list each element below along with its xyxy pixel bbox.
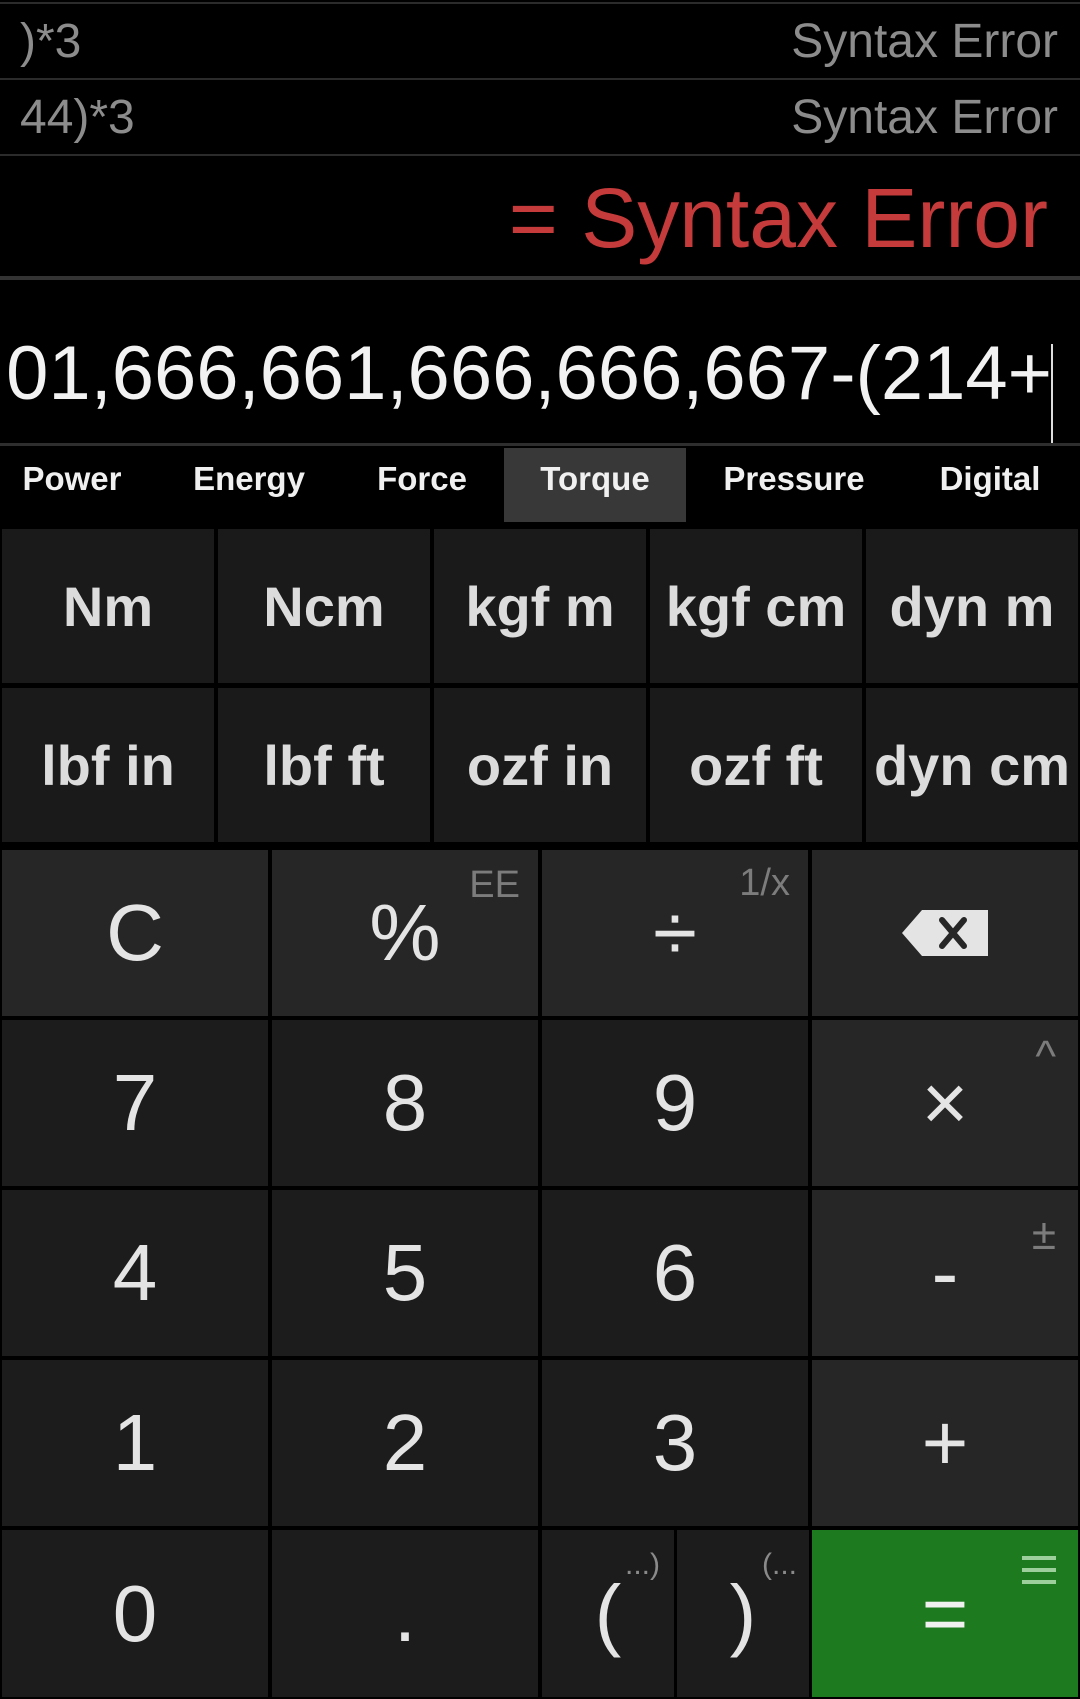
decimal-button[interactable]: .	[272, 1530, 538, 1697]
digit-7-button[interactable]: 7	[2, 1020, 268, 1186]
equals-button[interactable]: =	[812, 1530, 1078, 1697]
expression-input[interactable]: 0.01,666,661,666,666,667-(214+	[0, 280, 1080, 446]
divide-label: ÷	[653, 888, 697, 977]
decimal-label: .	[393, 1568, 417, 1658]
digit-7-label: 7	[112, 1058, 158, 1147]
digit-8-label: 8	[382, 1058, 428, 1147]
digit-5-button[interactable]: 5	[272, 1190, 538, 1356]
clear-button[interactable]: C	[2, 850, 268, 1016]
unit-key-dyn-cm[interactable]: dyn cm	[866, 688, 1078, 842]
unit-key-ncm[interactable]: Ncm	[218, 529, 430, 683]
unit-key-kgf-m[interactable]: kgf m	[434, 529, 646, 683]
digit-9-label: 9	[652, 1058, 698, 1147]
digit-8-button[interactable]: 8	[272, 1020, 538, 1186]
history-result: Syntax Error	[791, 91, 1058, 144]
plus-label: +	[921, 1398, 969, 1487]
multiply-label: ×	[921, 1058, 969, 1147]
reciprocal-label: 1/x	[739, 862, 790, 904]
digit-2-label: 2	[382, 1398, 428, 1487]
clear-label: C	[106, 888, 164, 977]
power-label: ^	[1035, 1032, 1056, 1081]
history-row[interactable]: )*3 Syntax Error	[0, 2, 1080, 76]
close-paren-button[interactable]: ) (...	[677, 1530, 809, 1697]
digit-0-button[interactable]: 0	[2, 1530, 268, 1697]
history-row[interactable]: 44)*3 Syntax Error	[0, 78, 1080, 152]
divide-button[interactable]: ÷ 1/x	[542, 850, 808, 1016]
multiply-button[interactable]: × ^	[812, 1020, 1078, 1186]
unit-key-lbf-in[interactable]: lbf in	[2, 688, 214, 842]
digit-9-button[interactable]: 9	[542, 1020, 808, 1186]
result-text: = Syntax Error	[508, 171, 1048, 265]
unit-key-ozf-in[interactable]: ozf in	[434, 688, 646, 842]
history-expression: 44)*3	[20, 91, 135, 144]
minus-button[interactable]: - ±	[812, 1190, 1078, 1356]
unit-key-dyn-m[interactable]: dyn m	[866, 529, 1078, 683]
tab-energy[interactable]: Energy	[176, 448, 322, 522]
close-paren-hint: (...	[762, 1548, 797, 1581]
percent-button[interactable]: % EE	[272, 850, 538, 1016]
digit-1-label: 1	[112, 1398, 158, 1487]
equals-label: =	[921, 1568, 969, 1658]
history-expression: )*3	[20, 15, 82, 68]
digit-1-button[interactable]: 1	[2, 1360, 268, 1526]
open-paren-label: (	[594, 1568, 622, 1658]
percent-label: %	[369, 888, 441, 977]
digit-6-label: 6	[652, 1228, 698, 1317]
unit-key-nm[interactable]: Nm	[2, 529, 214, 683]
plus-minus-label: ±	[1031, 1210, 1056, 1259]
open-paren-hint: ...)	[625, 1548, 660, 1581]
digit-4-label: 4	[112, 1228, 158, 1317]
history-result: Syntax Error	[791, 15, 1058, 68]
tab-pressure[interactable]: Pressure	[706, 448, 882, 522]
unit-category-tabs: Power Energy Force Torque Pressure Digit…	[0, 448, 1080, 522]
digit-2-button[interactable]: 2	[272, 1360, 538, 1526]
digit-6-button[interactable]: 6	[542, 1190, 808, 1356]
unit-key-lbf-ft[interactable]: lbf ft	[218, 688, 430, 842]
minus-label: -	[931, 1228, 959, 1317]
unit-key-ozf-ft[interactable]: ozf ft	[650, 688, 862, 842]
backspace-button[interactable]	[812, 850, 1078, 1016]
close-paren-label: )	[729, 1568, 757, 1658]
tab-force[interactable]: Force	[352, 448, 492, 522]
result-display: = Syntax Error	[0, 154, 1080, 280]
text-cursor	[1051, 344, 1053, 443]
expression-text: 0.01,666,661,666,666,667-(214+	[0, 331, 1052, 416]
plus-button[interactable]: +	[812, 1360, 1078, 1526]
digit-5-label: 5	[382, 1228, 428, 1317]
digit-3-label: 3	[652, 1398, 698, 1487]
tab-power[interactable]: Power	[0, 448, 144, 522]
ee-label: EE	[469, 864, 520, 906]
open-paren-button[interactable]: ( ...)	[542, 1530, 674, 1697]
tab-digital[interactable]: Digital	[920, 448, 1060, 522]
digit-4-button[interactable]: 4	[2, 1190, 268, 1356]
unit-key-kgf-cm[interactable]: kgf cm	[650, 529, 862, 683]
backspace-icon	[902, 910, 988, 956]
menu-icon	[1022, 1556, 1056, 1584]
digit-3-button[interactable]: 3	[542, 1360, 808, 1526]
tab-torque[interactable]: Torque	[504, 448, 686, 522]
digit-0-label: 0	[112, 1568, 158, 1658]
